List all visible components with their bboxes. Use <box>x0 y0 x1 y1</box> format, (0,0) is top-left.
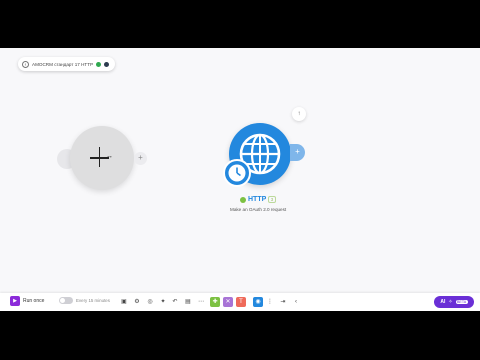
text-parser-icon[interactable]: T <box>236 297 246 307</box>
cursor-icon: ↔ <box>106 153 113 160</box>
notes-icon[interactable]: ◎ <box>146 298 154 306</box>
scheduling-control: Every 15 minutes <box>59 297 110 304</box>
scenario-name[interactable]: AMOCRM стандарт 17 HTTP <box>32 62 93 67</box>
flow-control-icon[interactable]: ✕ <box>223 297 233 307</box>
scheduling-toggle[interactable] <box>59 297 73 304</box>
play-icon: ▶ <box>10 296 20 306</box>
collapse-button[interactable]: ↑ <box>292 107 306 121</box>
save-icon[interactable]: ▣ <box>120 298 128 306</box>
scenario-editor: ‹ AMOCRM стандарт 17 HTTP ↔ + ↑ + HTTP 3 <box>0 48 480 311</box>
schedule-label[interactable]: Every 15 minutes <box>76 298 110 303</box>
avatar <box>104 61 110 67</box>
collapse-toolbar-icon[interactable]: ‹ <box>292 298 300 306</box>
beta-badge: BETA <box>455 300 468 304</box>
export-icon[interactable]: ⇥ <box>279 298 287 306</box>
bottom-toolbar: ▶ Run once Every 15 minutes ▣ ⚙ ◎ ✦ ↶ ▤ … <box>0 293 480 311</box>
explain-flow-icon[interactable]: ▤ <box>184 298 192 306</box>
status-dot <box>240 196 246 203</box>
ai-assistant-button[interactable]: AI ✧ BETA <box>434 296 474 308</box>
ai-label: AI <box>440 299 446 305</box>
run-once-button[interactable]: ▶ Run once <box>10 296 44 306</box>
more-tools-icon[interactable]: ⋮ <box>266 298 274 306</box>
run-once-label: Run once <box>23 298 45 304</box>
undo-icon[interactable]: ↶ <box>171 298 179 306</box>
auto-align-icon[interactable]: ✦ <box>159 298 167 306</box>
tools-icon[interactable]: ✚ <box>210 297 220 307</box>
sparkle-icon: ✧ <box>448 299 453 305</box>
add-next-module-button[interactable]: + <box>290 144 305 161</box>
module-id-badge: 3 <box>268 196 276 203</box>
json-icon[interactable]: ◉ <box>253 297 263 307</box>
status-badge <box>96 61 102 67</box>
add-module-button[interactable]: + <box>134 152 147 165</box>
http-module-label: HTTP 3 <box>240 196 276 203</box>
clock-icon <box>228 164 246 182</box>
more-icon[interactable]: ⋯ <box>197 298 205 306</box>
breadcrumb: ‹ AMOCRM стандарт 17 HTTP <box>18 57 116 71</box>
settings-icon[interactable]: ⚙ <box>133 298 141 306</box>
plus-cross-icon-vertical <box>98 147 101 167</box>
module-subtitle: Make an OAuth 2.0 request <box>230 207 287 212</box>
module-title[interactable]: HTTP <box>248 196 266 203</box>
arrow-left-icon[interactable]: ‹ <box>22 60 29 68</box>
schedule-clock-button[interactable] <box>223 159 251 187</box>
